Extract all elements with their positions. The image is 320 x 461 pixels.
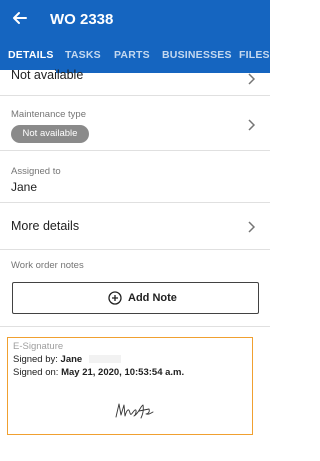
signed-on-line: Signed on: May 21, 2020, 10:53:54 a.m. <box>13 367 184 378</box>
e-signature-panel: E-Signature Signed by: Jane Signed on: M… <box>7 337 253 435</box>
tab-tasks[interactable]: TASKS <box>65 49 101 61</box>
redacted-name <box>88 355 121 364</box>
app-bar: WO 2338 DETAILS TASKS PARTS BUSINESSES F… <box>0 0 270 73</box>
assigned-to-label: Assigned to <box>11 166 61 177</box>
more-details-row[interactable]: More details <box>0 203 270 250</box>
assigned-to-row: Assigned to Jane <box>0 151 270 203</box>
chevron-right-icon <box>248 73 256 85</box>
add-note-label: Add Note <box>128 292 177 304</box>
more-details-label: More details <box>11 219 80 233</box>
add-note-button[interactable]: Add Note <box>12 282 259 314</box>
e-signature-heading: E-Signature <box>13 341 64 352</box>
top-detail-value: Not available <box>11 68 84 82</box>
plus-circle-icon <box>108 291 122 305</box>
tab-businesses[interactable]: BUSINESSES <box>162 49 232 61</box>
page-title: WO 2338 <box>50 11 114 28</box>
signed-by-value: Jane <box>60 354 83 365</box>
tab-parts[interactable]: PARTS <box>114 49 150 61</box>
signed-by-label: Signed by: <box>13 354 58 365</box>
signed-on-value: May 21, 2020, 10:53:54 a.m. <box>61 367 185 378</box>
signed-by-line: Signed by: Jane <box>13 354 121 365</box>
top-detail-row[interactable]: Not available <box>0 68 270 96</box>
chevron-right-icon <box>248 221 256 233</box>
work-order-notes-label: Work order notes <box>11 260 84 271</box>
assigned-to-value: Jane <box>11 180 38 194</box>
maintenance-type-badge: Not available <box>11 125 89 143</box>
tab-details[interactable]: DETAILS <box>8 49 54 61</box>
signed-on-label: Signed on: <box>13 367 59 378</box>
tab-files[interactable]: FILES <box>239 49 270 61</box>
signature-image <box>115 403 154 419</box>
chevron-right-icon <box>248 119 256 131</box>
maintenance-type-label: Maintenance type <box>11 109 86 120</box>
arrow-left-icon[interactable] <box>10 8 30 28</box>
